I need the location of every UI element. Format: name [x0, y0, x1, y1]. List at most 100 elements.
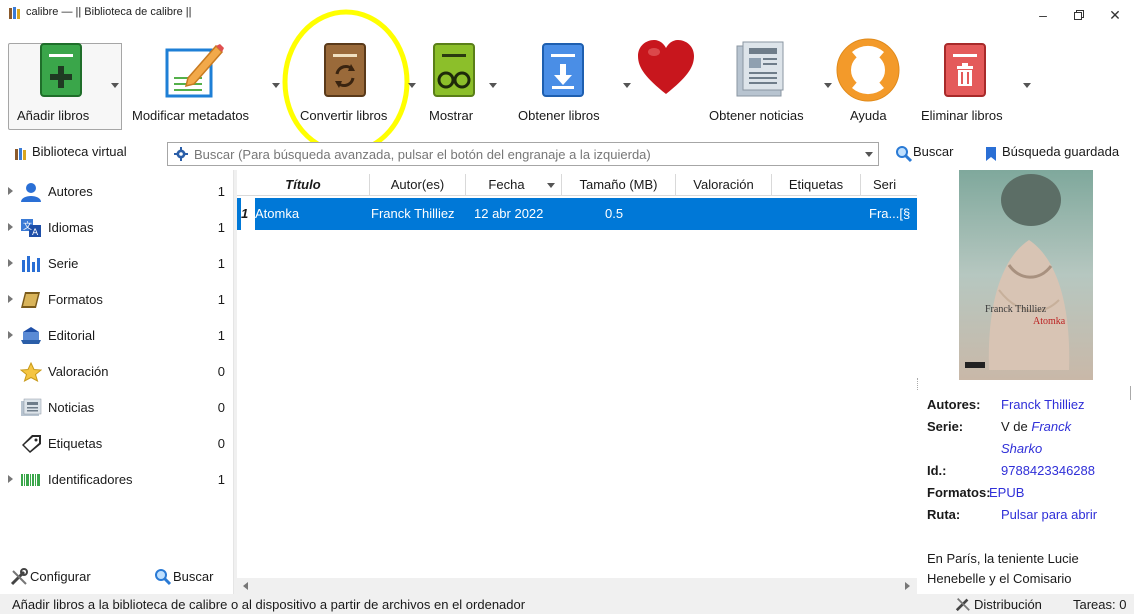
book-cover[interactable]: Franck Thilliez Atomka: [959, 170, 1093, 380]
edit-metadata-label[interactable]: Modificar metadatos: [132, 108, 249, 123]
search-bar-row: Biblioteca virtual Buscar (Para búsqueda…: [0, 140, 1134, 168]
layout-icon[interactable]: [955, 596, 971, 612]
remove-books-label[interactable]: Eliminar libros: [921, 108, 1003, 123]
view-book-icon[interactable]: [432, 42, 476, 98]
minimize-icon[interactable]: –: [1030, 4, 1056, 26]
tag-browser-item-news[interactable]: Noticias 0: [0, 390, 233, 426]
tag-browser: Autores 1 文A Idiomas 1 Serie 1 Formatos …: [0, 170, 233, 594]
virtual-library-button[interactable]: Biblioteca virtual: [32, 144, 127, 159]
expand-arrow-icon[interactable]: [8, 187, 13, 195]
svg-text:A: A: [32, 228, 39, 238]
lifebuoy-icon[interactable]: [836, 38, 900, 102]
horizontal-scrollbar[interactable]: [237, 578, 917, 594]
chevron-down-icon: [111, 83, 119, 88]
chevron-down-icon[interactable]: [272, 83, 280, 88]
tag-browser-item-formats[interactable]: Formatos 1: [0, 282, 233, 318]
column-header-title[interactable]: Título: [237, 174, 370, 196]
tag-browser-item-languages[interactable]: 文A Idiomas 1: [0, 210, 233, 246]
get-books-label[interactable]: Obtener libros: [518, 108, 600, 123]
jobs-indicator[interactable]: Tareas: 0: [1073, 597, 1126, 612]
scroll-left-icon[interactable]: [243, 582, 248, 590]
tag-browser-item-rating[interactable]: Valoración 0: [0, 354, 233, 390]
series-link-cont[interactable]: Sharko: [1001, 441, 1042, 456]
barcode-icon: [21, 474, 40, 486]
format-epub-link[interactable]: EPUB: [989, 485, 1024, 500]
open-path-link[interactable]: Pulsar para abrir: [1001, 507, 1097, 522]
get-books-icon[interactable]: [541, 42, 585, 98]
column-header-series[interactable]: Seri: [861, 174, 917, 196]
tag-browser-find-button[interactable]: Buscar: [173, 569, 213, 584]
fetch-news-label[interactable]: Obtener noticias: [709, 108, 804, 123]
tag-label: Autores: [48, 184, 93, 199]
chevron-down-icon[interactable]: [865, 152, 873, 157]
tag-count: 1: [217, 328, 225, 343]
series-prefix: V de: [1001, 419, 1028, 434]
title-bar: calibre — || Biblioteca de calibre || – …: [0, 0, 1134, 30]
tag-count: 0: [217, 400, 225, 415]
panel-grip: [917, 378, 921, 390]
vertical-scrollbar[interactable]: [1130, 386, 1134, 400]
cover-title-text: Atomka: [1033, 316, 1066, 327]
gear-icon[interactable]: [174, 147, 188, 161]
column-header-size[interactable]: Tamaño (MB): [562, 174, 676, 196]
view-label[interactable]: Mostrar: [429, 108, 473, 123]
news-icon[interactable]: [735, 40, 787, 98]
close-icon[interactable]: ✕: [1102, 4, 1128, 26]
search-icon[interactable]: [154, 568, 172, 586]
tag-label: Etiquetas: [48, 436, 103, 451]
cell-series[interactable]: Fra...[§: [869, 206, 910, 221]
cell-title[interactable]: Atomka: [255, 206, 299, 221]
star-icon: [20, 362, 42, 382]
description-line: En París, la teniente Lucie: [927, 551, 1079, 566]
layout-button[interactable]: Distribución: [974, 597, 1042, 612]
chevron-down-icon[interactable]: [824, 83, 832, 88]
search-icon[interactable]: [895, 145, 913, 163]
heart-icon[interactable]: [636, 38, 696, 96]
chevron-down-icon[interactable]: [1023, 83, 1031, 88]
tag-browser-item-series[interactable]: Serie 1: [0, 246, 233, 282]
tag-browser-item-identifiers[interactable]: Identificadores 1: [0, 462, 233, 498]
edit-metadata-icon[interactable]: [164, 40, 226, 100]
column-header-tags[interactable]: Etiquetas: [772, 174, 861, 196]
series-icon: [22, 256, 40, 272]
search-input[interactable]: Buscar (Para búsqueda avanzada, pulsar e…: [167, 142, 879, 166]
column-header-authors[interactable]: Autor(es): [370, 174, 466, 196]
tag-label: Idiomas: [48, 220, 94, 235]
chevron-down-icon[interactable]: [408, 83, 416, 88]
chevron-down-icon[interactable]: [623, 83, 631, 88]
tag-browser-item-authors[interactable]: Autores 1: [0, 174, 233, 210]
restore-icon[interactable]: [1066, 4, 1092, 26]
cell-size[interactable]: 0.5: [605, 206, 623, 221]
column-header-date[interactable]: Fecha: [466, 174, 562, 196]
chevron-down-icon[interactable]: [489, 83, 497, 88]
tag-count: 1: [217, 472, 225, 487]
column-header-date-label: Fecha: [488, 177, 525, 192]
expand-arrow-icon[interactable]: [8, 223, 13, 231]
bookmark-icon[interactable]: [985, 146, 997, 162]
scroll-right-icon[interactable]: [905, 582, 910, 590]
column-header-rating[interactable]: Valoración: [676, 174, 772, 196]
convert-books-label[interactable]: Convertir libros: [300, 108, 387, 123]
configure-icon[interactable]: [10, 568, 28, 586]
search-button[interactable]: Buscar: [913, 144, 953, 159]
tag-browser-item-publisher[interactable]: Editorial 1: [0, 318, 233, 354]
tag-count: 0: [217, 436, 225, 451]
saved-search-button[interactable]: Búsqueda guardada: [1002, 144, 1119, 159]
expand-arrow-icon[interactable]: [8, 259, 13, 267]
tag-count: 1: [217, 220, 225, 235]
remove-books-icon[interactable]: [943, 42, 987, 98]
series-link[interactable]: Franck: [1031, 419, 1071, 434]
cell-date[interactable]: 12 abr 2022: [474, 206, 543, 221]
authors-link[interactable]: Franck Thilliez: [1001, 397, 1085, 412]
expand-arrow-icon[interactable]: [8, 475, 13, 483]
authors-key: Autores:: [927, 397, 981, 412]
convert-books-icon[interactable]: [323, 42, 367, 98]
isbn-link[interactable]: 9788423346288: [1001, 463, 1095, 478]
expand-arrow-icon[interactable]: [8, 331, 13, 339]
expand-arrow-icon[interactable]: [8, 295, 13, 303]
configure-button[interactable]: Configurar: [30, 569, 91, 584]
cell-author[interactable]: Franck Thilliez: [371, 206, 455, 221]
tag-browser-item-tags[interactable]: Etiquetas 0: [0, 426, 233, 462]
help-label[interactable]: Ayuda: [850, 108, 887, 123]
table-row[interactable]: 1 Atomka Franck Thilliez 12 abr 2022 0.5…: [237, 198, 917, 230]
